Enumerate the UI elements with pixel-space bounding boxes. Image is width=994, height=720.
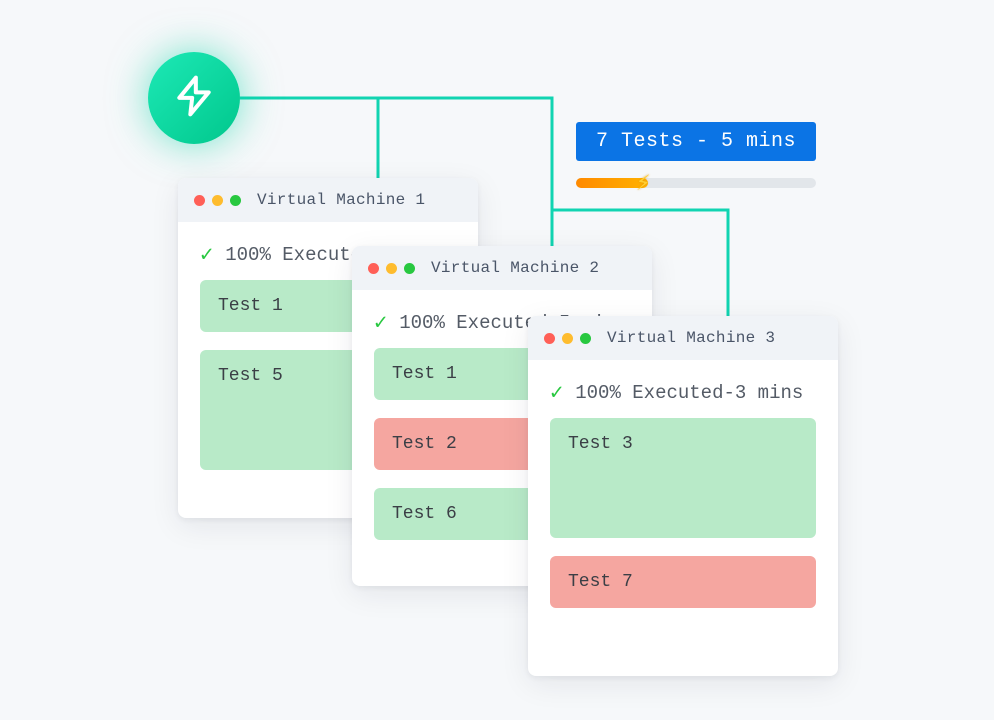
check-icon: ✓: [374, 310, 387, 336]
window-title: Virtual Machine 1: [257, 191, 425, 209]
titlebar: Virtual Machine 3: [528, 316, 838, 360]
close-icon[interactable]: [194, 195, 205, 206]
close-icon[interactable]: [368, 263, 379, 274]
window-controls: [544, 333, 591, 344]
progress-bar: ⚡: [576, 178, 816, 188]
minimize-icon[interactable]: [562, 333, 573, 344]
maximize-icon[interactable]: [580, 333, 591, 344]
test-name: Test 5: [218, 366, 283, 386]
summary-badge: 7 Tests - 5 mins: [576, 122, 816, 161]
check-icon: ✓: [550, 380, 563, 406]
titlebar: Virtual Machine 2: [352, 246, 652, 290]
lightning-badge: [148, 52, 240, 144]
test-name: Test 1: [218, 296, 283, 316]
summary-text: 7 Tests - 5 mins: [596, 130, 796, 153]
close-icon[interactable]: [544, 333, 555, 344]
maximize-icon[interactable]: [230, 195, 241, 206]
progress-bolt-icon: ⚡: [636, 168, 650, 198]
lightning-icon: [172, 74, 216, 123]
test-name: Test 6: [392, 504, 457, 524]
window-title: Virtual Machine 3: [607, 329, 775, 347]
vm-window-3: Virtual Machine 3 ✓ 100% Executed-3 mins…: [528, 316, 838, 676]
test-card: Test 7: [550, 556, 816, 608]
test-name: Test 3: [568, 434, 633, 454]
test-card: Test 3: [550, 418, 816, 538]
window-title: Virtual Machine 2: [431, 259, 599, 277]
window-controls: [194, 195, 241, 206]
titlebar: Virtual Machine 1: [178, 178, 478, 222]
tests-list: Test 3 Test 7: [528, 418, 838, 630]
window-controls: [368, 263, 415, 274]
test-name: Test 1: [392, 364, 457, 384]
minimize-icon[interactable]: [386, 263, 397, 274]
check-icon: ✓: [200, 242, 213, 268]
status-text: 100% Executed-3 mins: [575, 382, 803, 404]
test-name: Test 7: [568, 572, 633, 592]
maximize-icon[interactable]: [404, 263, 415, 274]
minimize-icon[interactable]: [212, 195, 223, 206]
status-row: ✓ 100% Executed-3 mins: [528, 360, 838, 418]
test-name: Test 2: [392, 434, 457, 454]
